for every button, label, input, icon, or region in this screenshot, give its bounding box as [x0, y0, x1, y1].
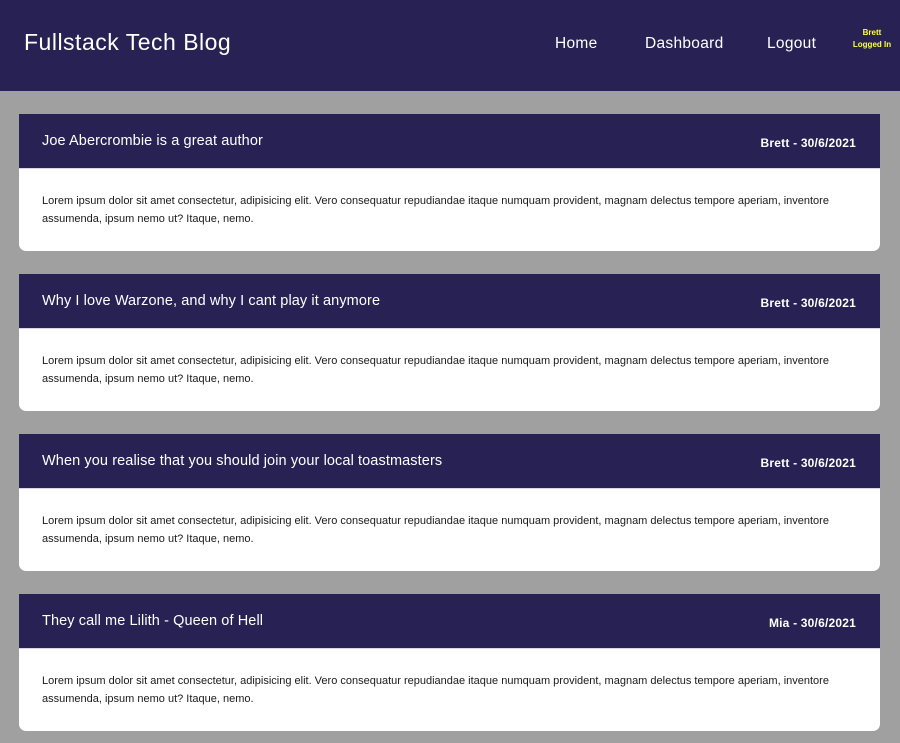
post-card[interactable]: When you realise that you should join yo… — [19, 434, 880, 571]
post-card[interactable]: They call me Lilith - Queen of Hell Mia … — [19, 594, 880, 731]
site-brand[interactable]: Fullstack Tech Blog — [24, 29, 231, 56]
nav-home-link[interactable]: Home — [555, 35, 598, 53]
nav-dashboard-link[interactable]: Dashboard — [645, 35, 724, 53]
post-card[interactable]: Joe Abercrombie is a great author Brett … — [19, 114, 880, 251]
post-body: Lorem ipsum dolor sit amet consectetur, … — [42, 675, 829, 705]
post-title[interactable]: Joe Abercrombie is a great author — [42, 133, 263, 149]
post-header[interactable]: Joe Abercrombie is a great author Brett … — [19, 114, 880, 169]
top-navbar: Fullstack Tech Blog Home Dashboard Logou… — [0, 0, 900, 91]
user-name: Brett — [862, 28, 882, 37]
post-body: Lorem ipsum dolor sit amet consectetur, … — [42, 355, 829, 385]
post-author-date: Brett - 30/6/2021 — [760, 136, 856, 150]
post-body: Lorem ipsum dolor sit amet consectetur, … — [42, 515, 829, 545]
post-title[interactable]: Why I love Warzone, and why I cant play … — [42, 293, 380, 309]
nav-logout-link[interactable]: Logout — [767, 35, 816, 53]
post-header[interactable]: When you realise that you should join yo… — [19, 434, 880, 489]
user-status: Brett Logged In — [846, 27, 898, 51]
post-author-date: Brett - 30/6/2021 — [760, 456, 856, 470]
post-title[interactable]: They call me Lilith - Queen of Hell — [42, 613, 263, 629]
login-status: Logged In — [852, 40, 892, 49]
post-card[interactable]: Why I love Warzone, and why I cant play … — [19, 274, 880, 411]
post-author-date: Mia - 30/6/2021 — [768, 616, 856, 630]
post-body: Lorem ipsum dolor sit amet consectetur, … — [42, 195, 829, 225]
post-title[interactable]: When you realise that you should join yo… — [42, 453, 442, 469]
post-header[interactable]: Why I love Warzone, and why I cant play … — [19, 274, 880, 329]
post-header[interactable]: They call me Lilith - Queen of Hell Mia … — [19, 594, 880, 649]
post-author-date: Brett - 30/6/2021 — [760, 296, 856, 310]
